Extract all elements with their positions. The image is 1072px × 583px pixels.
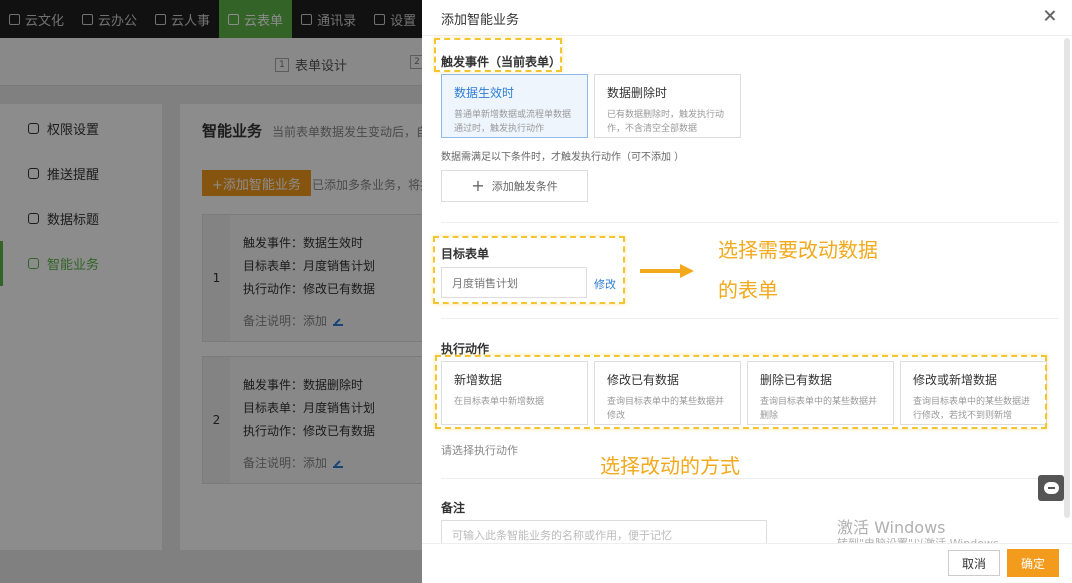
add-smart-business-drawer: 添加智能业务 触发事件（当前表单） 数据生效时 普通单新增数据或流程单数据通过时… xyxy=(422,0,1072,583)
scrollbar[interactable] xyxy=(1064,38,1070,518)
confirm-button[interactable]: 确定 xyxy=(1007,549,1059,577)
action-option-delete-data[interactable]: 删除已有数据 查询目标表单中的某些数据并删除 xyxy=(747,361,894,425)
annotation-text: 选择改动的方式 xyxy=(600,454,740,478)
option-description: 查询目标表单中的某些数据并修改 xyxy=(607,397,725,421)
section-divider xyxy=(441,478,1059,479)
section-divider xyxy=(441,318,1059,319)
drawer-header: 添加智能业务 xyxy=(422,0,1072,36)
action-section-title: 执行动作 xyxy=(441,342,490,356)
option-description: 查询目标表单中的某些数据并删除 xyxy=(760,397,878,421)
trigger-section-title: 触发事件（当前表单） xyxy=(441,55,562,69)
trigger-option-data-effective[interactable]: 数据生效时 普通单新增数据或流程单数据通过时，触发执行动作 xyxy=(441,74,588,138)
option-title: 删除已有数据 xyxy=(760,373,833,387)
remark-section-title: 备注 xyxy=(441,501,466,515)
option-title: 数据生效时 xyxy=(454,86,515,100)
drawer-footer: 取消 确定 xyxy=(422,543,1072,583)
target-section-title: 目标表单 xyxy=(441,247,490,261)
action-hint: 请选择执行动作 xyxy=(441,444,518,457)
option-title: 修改或新增数据 xyxy=(913,373,998,387)
modify-target-link[interactable]: 修改 xyxy=(594,276,616,292)
plus-icon: + xyxy=(471,176,485,195)
modal-overlay[interactable] xyxy=(0,0,422,583)
section-divider xyxy=(441,222,1059,223)
option-description: 普通单新增数据或流程单数据通过时，触发执行动作 xyxy=(454,110,572,134)
cancel-button[interactable]: 取消 xyxy=(948,550,1000,576)
trigger-option-data-deleted[interactable]: 数据删除时 已有数据删除时，触发执行动作，不含清空全部数据 xyxy=(594,74,741,138)
option-description: 已有数据删除时，触发执行动作，不含清空全部数据 xyxy=(607,110,725,134)
condition-hint: 数据需满足以下条件时，才触发执行动作（可不添加 ） xyxy=(441,152,685,163)
option-description: 在目标表单中新增数据 xyxy=(454,397,545,407)
action-option-modify-or-add[interactable]: 修改或新增数据 查询目标表单中的某些数据进行修改，若找不到则新增 xyxy=(900,361,1047,425)
add-trigger-condition-button[interactable]: + 添加触发条件 xyxy=(441,170,588,202)
option-description: 查询目标表单中的某些数据进行修改，若找不到则新增 xyxy=(913,397,1031,421)
target-form-field[interactable]: 月度销售计划 xyxy=(441,267,587,298)
option-title: 修改已有数据 xyxy=(607,373,680,387)
annotation-arrow-icon xyxy=(640,264,696,278)
drawer-title: 添加智能业务 xyxy=(441,13,520,28)
chat-support-icon[interactable] xyxy=(1038,475,1064,501)
option-title: 新增数据 xyxy=(454,373,503,387)
annotation-text: 的表单 xyxy=(718,278,778,302)
action-option-modify-data[interactable]: 修改已有数据 查询目标表单中的某些数据并修改 xyxy=(594,361,741,425)
close-icon[interactable] xyxy=(1042,8,1058,24)
add-condition-label: 添加触发条件 xyxy=(491,180,558,193)
option-title: 数据删除时 xyxy=(607,86,668,100)
annotation-text: 选择需要改动数据 xyxy=(718,238,878,262)
action-option-add-data[interactable]: 新增数据 在目标表单中新增数据 xyxy=(441,361,588,425)
